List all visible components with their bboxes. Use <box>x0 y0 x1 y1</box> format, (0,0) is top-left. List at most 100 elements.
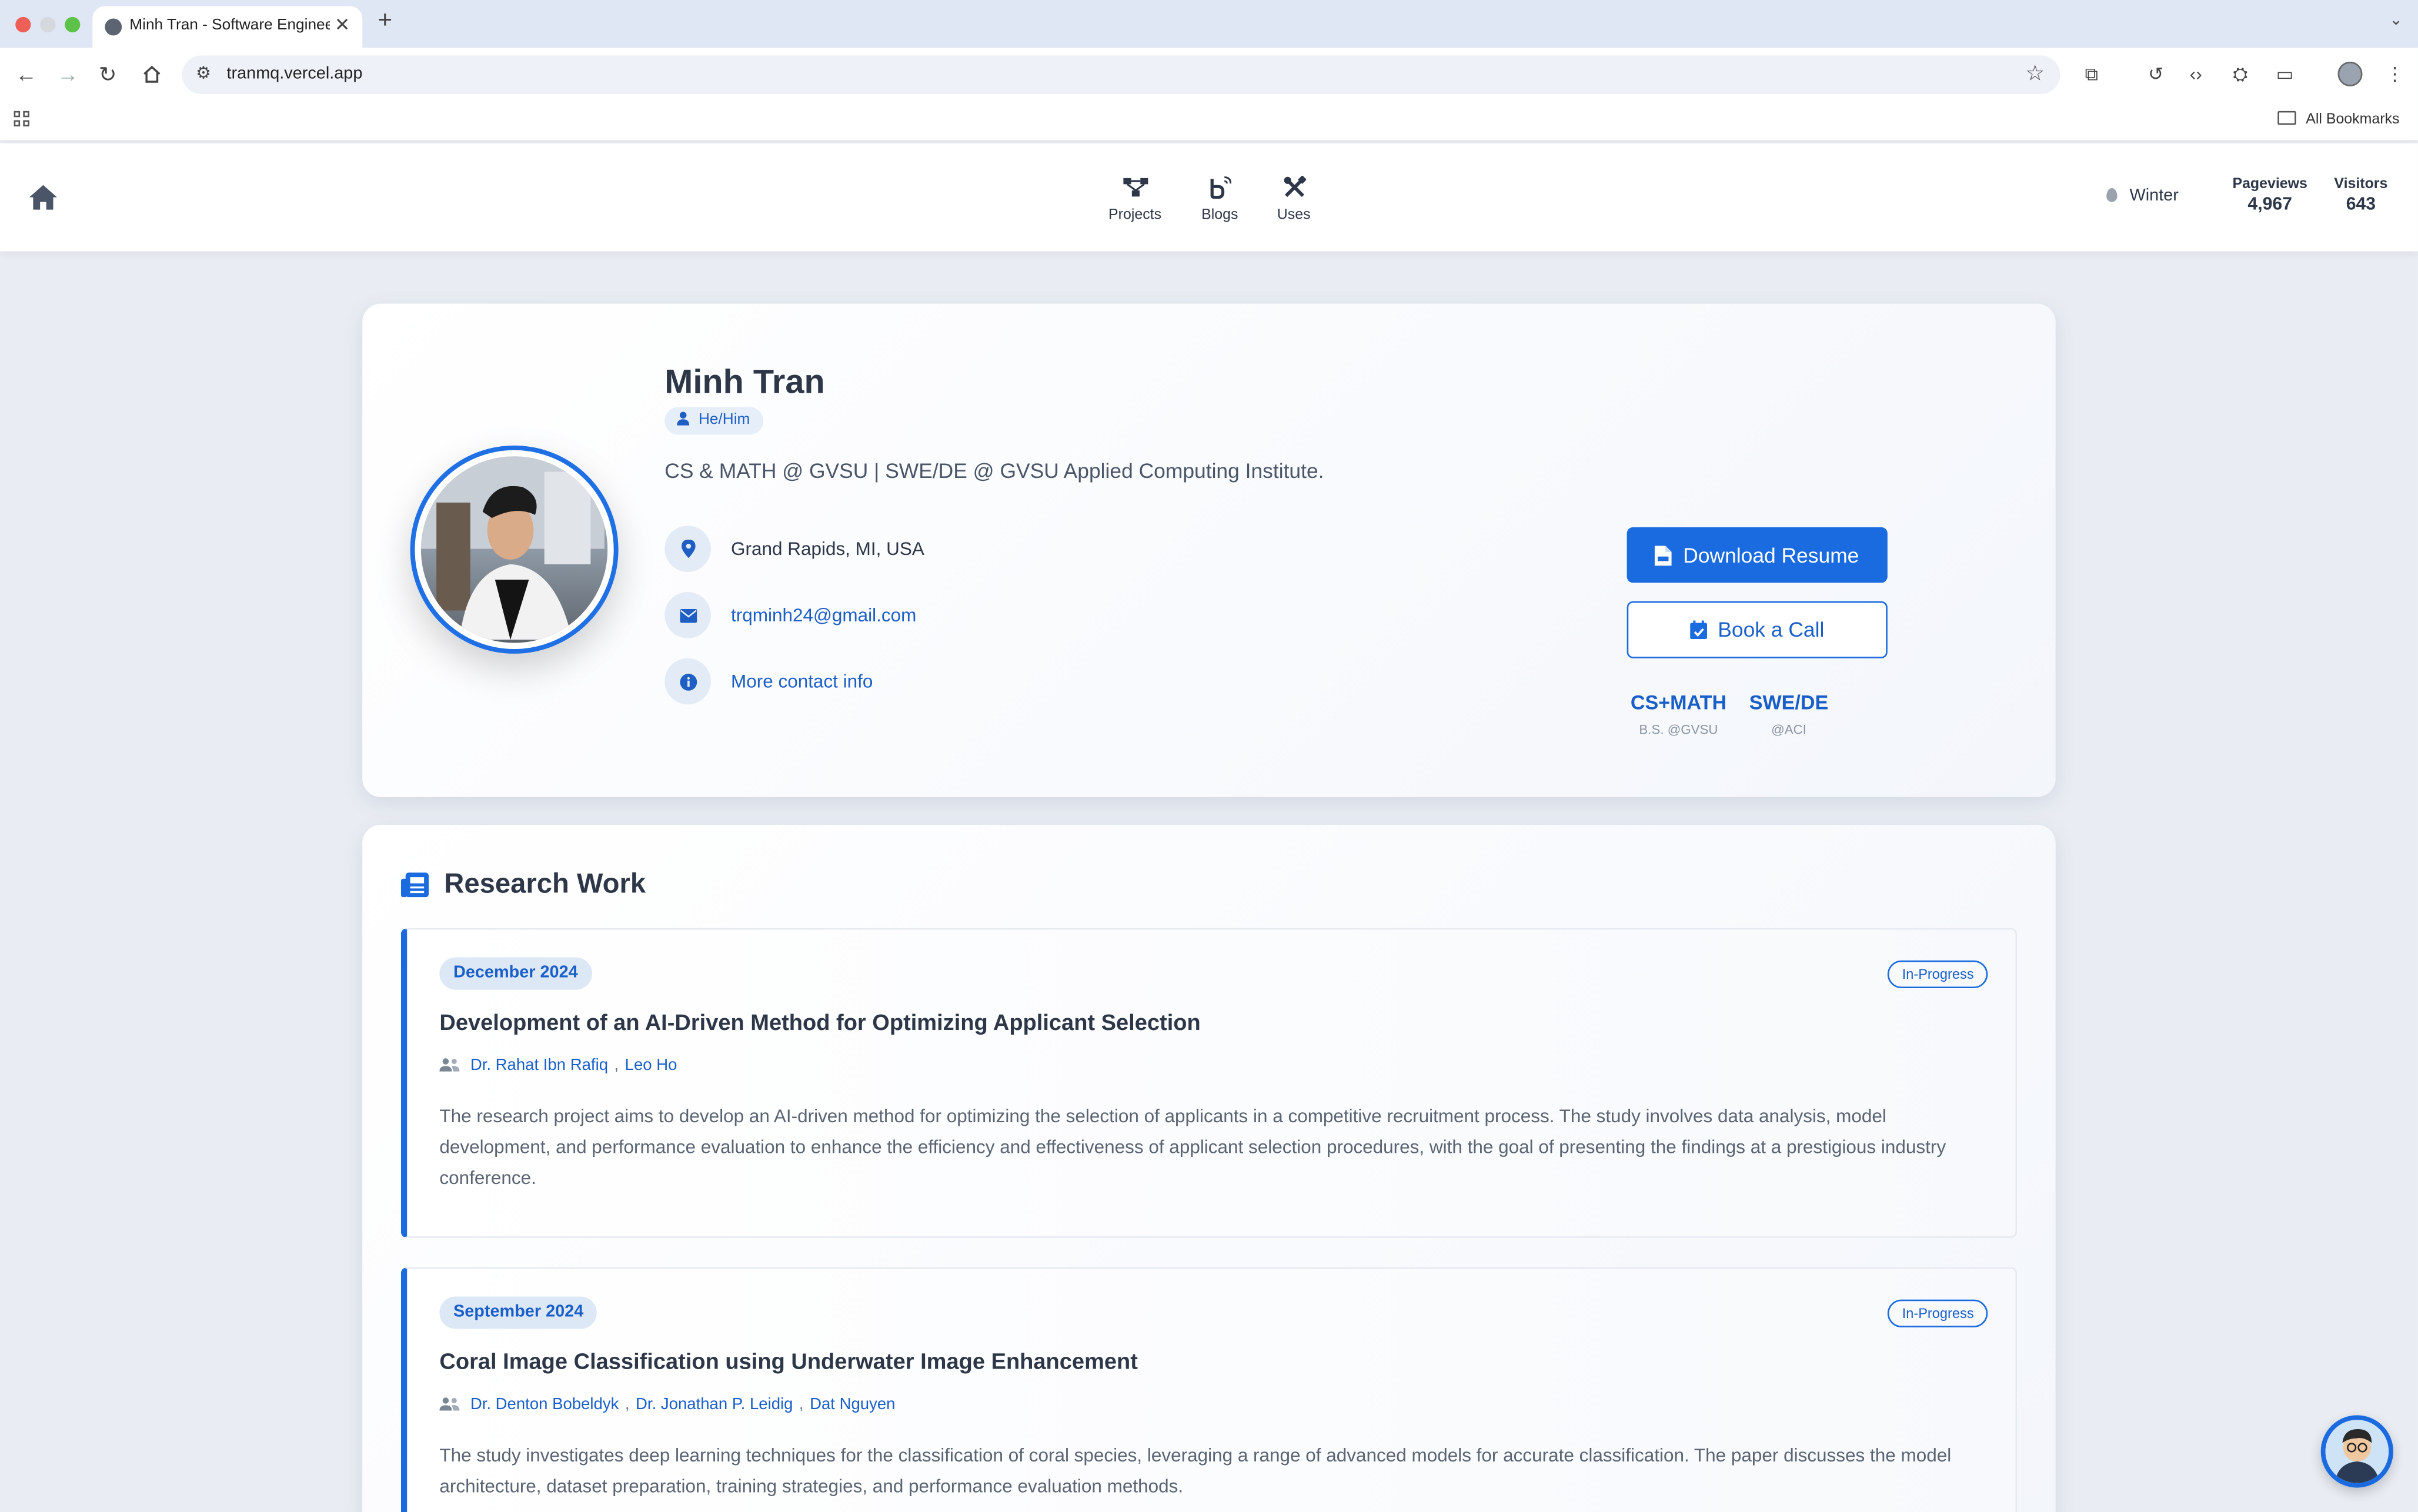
pageviews-stat: Pageviews 4,967 <box>2225 176 2315 215</box>
incognito-icon[interactable]: ⛭ <box>2233 63 2247 86</box>
season-indicator: Winter <box>2106 186 2179 205</box>
role-subtitle: @ACI <box>1771 721 1806 737</box>
research-header: Research Work <box>400 868 646 900</box>
info-icon <box>679 673 697 690</box>
tab-title: Minh Tran - Software Engineer <box>129 16 330 34</box>
degree-subtitle: B.S. @GVSU <box>1639 721 1718 737</box>
research-entry-title: Development of an AI-Driven Method for O… <box>439 1011 1201 1036</box>
browser-tab[interactable]: Minh Tran - Software Engineer ✕ <box>92 6 363 48</box>
author-link[interactable]: Dat Nguyen <box>810 1395 895 1413</box>
tab-close-icon[interactable]: ✕ <box>335 14 350 36</box>
browser-toolbar: ← → ↻ ⚙ tranmq.vercel.app ☆ ⧉ ↺ ‹› ⛭ ▭ ⋮ <box>0 48 2418 102</box>
date-badge: December 2024 <box>439 957 592 990</box>
visitors-stat: Visitors 643 <box>2326 176 2397 215</box>
profile-photo <box>420 456 608 643</box>
degree-title: CS+MATH <box>1630 690 1727 714</box>
profile-name: Minh Tran <box>664 362 825 401</box>
author-link[interactable]: Dr. Jonathan P. Leidig <box>636 1395 793 1413</box>
nav-uses[interactable]: Uses <box>1255 174 1332 223</box>
minimize-window-button[interactable] <box>40 16 56 33</box>
all-bookmarks[interactable]: All Bookmarks <box>2278 111 2399 128</box>
devtools-icon[interactable]: ‹› <box>2190 63 2202 85</box>
email-link[interactable]: trqminh24@gmail.com <box>731 604 916 626</box>
research-abstract: The research project aims to develop an … <box>439 1105 1946 1189</box>
author-link[interactable]: Leo Ho <box>625 1056 677 1074</box>
nav-projects-label: Projects <box>1108 206 1162 224</box>
users-icon <box>439 1397 460 1411</box>
profile-avatar[interactable] <box>2337 61 2363 86</box>
calendar-check-icon <box>1690 620 1707 639</box>
author-separator: , <box>614 1056 619 1075</box>
season-label: Winter <box>2129 186 2179 205</box>
research-abstract: The study investigates deep learning tec… <box>439 1444 1952 1497</box>
avatar <box>410 445 619 654</box>
author-separator: , <box>624 1395 630 1414</box>
extensions-icon[interactable]: ⧉ <box>2085 63 2098 86</box>
email-row[interactable]: trqminh24@gmail.com <box>664 592 916 638</box>
nav-uses-label: Uses <box>1277 206 1311 224</box>
date-badge: September 2024 <box>439 1296 597 1329</box>
tagline: CS & MATH @ GVSU | SWE/DE @ GVSU Applied… <box>664 459 1324 483</box>
map-pin-icon <box>680 539 695 558</box>
users-icon <box>439 1058 460 1072</box>
status-badge: In-Progress <box>1888 1299 1988 1327</box>
favicon-icon <box>105 18 122 36</box>
research-entry: December 2024 In-Progress Development of… <box>400 928 2018 1238</box>
pdf-file-icon <box>1655 545 1672 566</box>
close-window-button[interactable] <box>15 16 31 33</box>
tab-search-icon[interactable]: ⌄ <box>2390 12 2403 29</box>
site-header: Projects Blogs Uses Winter Pageviews 4,9… <box>0 143 2418 252</box>
user-icon <box>677 412 690 426</box>
drop-icon <box>2106 188 2118 202</box>
role-title: SWE/DE <box>1749 690 1829 714</box>
pageviews-label: Pageviews <box>2232 175 2307 193</box>
browser-home-icon[interactable] <box>142 65 162 83</box>
nav-blogs-label: Blogs <box>1201 206 1238 224</box>
download-resume-button[interactable]: Download Resume <box>1627 527 1888 583</box>
browser-tab-bar: Minh Tran - Software Engineer ✕ + ⌄ <box>0 0 2418 48</box>
visitors-label: Visitors <box>2334 175 2388 193</box>
profile-card: Minh Tran He/Him CS & MATH @ GVSU | SWE/… <box>362 303 2056 797</box>
site-info-icon[interactable]: ⚙ <box>196 63 211 83</box>
bookmark-star-icon[interactable]: ☆ <box>2025 60 2045 86</box>
pronoun-badge: He/Him <box>664 407 764 435</box>
bookmarks-bar: All Bookmarks <box>0 102 2418 142</box>
maximize-window-button[interactable] <box>65 16 81 33</box>
newspaper-icon <box>400 871 429 897</box>
pronoun-text: He/Him <box>698 412 750 429</box>
research-section: Research Work December 2024 In-Progress … <box>362 824 2056 1512</box>
location-text: Grand Rapids, MI, USA <box>731 538 924 560</box>
new-tab-icon[interactable]: + <box>378 8 392 35</box>
forward-icon[interactable]: → <box>57 62 79 86</box>
author-list: Dr. Denton Bobeldyk, Dr. Jonathan P. Leid… <box>439 1395 896 1414</box>
home-icon[interactable] <box>28 183 58 211</box>
address-bar[interactable]: ⚙ tranmq.vercel.app ☆ <box>182 55 2060 94</box>
pageviews-value: 4,967 <box>2247 196 2292 215</box>
author-separator: , <box>799 1395 804 1414</box>
nav-projects[interactable]: Projects <box>1097 174 1174 223</box>
download-resume-label: Download Resume <box>1683 543 1859 567</box>
all-bookmarks-label: All Bookmarks <box>2306 111 2400 128</box>
book-call-label: Book a Call <box>1718 618 1825 641</box>
more-contact-link[interactable]: More contact info <box>731 671 873 693</box>
author-list: Dr. Rahat Ibn Rafiq, Leo Ho <box>439 1056 677 1075</box>
blog-icon <box>1210 175 1232 198</box>
author-link[interactable]: Dr. Rahat Ibn Rafiq <box>470 1056 608 1074</box>
book-call-button[interactable]: Book a Call <box>1627 601 1888 658</box>
history-icon[interactable]: ↺ <box>2148 63 2163 85</box>
reload-icon[interactable]: ↻ <box>99 62 117 86</box>
diagram-icon <box>1123 177 1148 196</box>
role-badge: SWE/DE @ACI <box>1746 691 1832 737</box>
degree-badge: CS+MATH B.S. @GVSU <box>1624 691 1733 737</box>
apps-grid-icon[interactable] <box>14 111 32 129</box>
visitors-value: 643 <box>2346 196 2376 215</box>
nav-blogs[interactable]: Blogs <box>1181 174 1258 223</box>
location-row: Grand Rapids, MI, USA <box>664 526 924 572</box>
menu-icon[interactable]: ⋮ <box>2386 63 2404 85</box>
more-contact-row[interactable]: More contact info <box>664 658 873 705</box>
url-text[interactable]: tranmq.vercel.app <box>226 65 362 83</box>
chat-assistant-button[interactable] <box>2320 1415 2393 1488</box>
author-link[interactable]: Dr. Denton Bobeldyk <box>470 1395 619 1413</box>
back-icon[interactable]: ← <box>15 62 37 86</box>
card-icon[interactable]: ▭ <box>2276 63 2294 85</box>
